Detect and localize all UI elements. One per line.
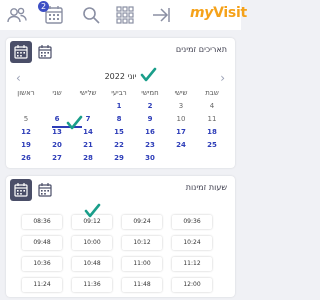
calendar-date[interactable]: 29 [105, 154, 133, 162]
calendar-date: 4 [209, 102, 215, 110]
calendar-date[interactable]: 2 [136, 102, 164, 110]
time-slot-button[interactable]: 10:24 [172, 236, 212, 250]
calendar-date[interactable]: 18 [198, 128, 226, 136]
checkmark-icon [140, 66, 157, 83]
available-times-title: שעות זמינות [185, 183, 227, 192]
calendar-dark-icon[interactable] [10, 179, 32, 201]
calendar-dark-icon[interactable] [10, 41, 32, 63]
next-month-arrow-icon[interactable]: › [220, 71, 225, 85]
calendar-date: 5 [23, 115, 29, 123]
calendar-date[interactable]: 9 [136, 115, 164, 123]
time-slot-button[interactable]: 11:48 [122, 278, 162, 292]
available-times-card: שעות זמינות 08:36 09:12 09:24 09:36 09:48 10:… [6, 176, 235, 297]
card-header: שעות זמינות [6, 176, 235, 206]
calendar-date[interactable]: 27 [43, 154, 71, 162]
calendar-date[interactable]: 21 [74, 141, 102, 149]
calendar-date[interactable]: 24 [167, 141, 195, 149]
calendar-date[interactable]: 19 [12, 141, 40, 149]
calendar-date[interactable]: 28 [74, 154, 102, 162]
calendar-date[interactable]: 30 [136, 154, 164, 162]
calendar-light-icon[interactable] [34, 41, 56, 63]
top-bar: 2 myVisit [0, 0, 247, 30]
calendar-date: 11 [207, 115, 217, 123]
weekday-label: שלישי [79, 89, 97, 97]
time-slot-button[interactable]: 11:24 [22, 278, 62, 292]
month-title: יוני 2022 [104, 72, 137, 81]
myvisit-logo: myVisit [190, 5, 247, 21]
users-icon[interactable] [6, 4, 28, 26]
calendar-date[interactable]: 25 [198, 141, 226, 149]
time-slot-button[interactable]: 10:12 [122, 236, 162, 250]
calendar-date: 10 [176, 115, 186, 123]
checkmark-icon [66, 114, 83, 131]
calendar-date[interactable]: 26 [12, 154, 40, 162]
available-dates-card: תאריכים זמינים ‹ יוני 2022 › ראשון שני שלי… [6, 38, 235, 168]
time-slot-button[interactable]: 08:36 [22, 215, 62, 229]
login-arrow-icon[interactable] [150, 4, 172, 26]
time-slot-button[interactable]: 11:00 [122, 257, 162, 271]
notification-badge: 2 [38, 1, 49, 12]
calendar-date[interactable]: 17 [167, 128, 195, 136]
weekday-label: ראשון [17, 89, 35, 97]
month-navigation: ‹ יוני 2022 › [6, 71, 235, 85]
time-slot-button[interactable]: 10:00 [72, 236, 112, 250]
calendar-date: 3 [178, 102, 184, 110]
weekday-label: רביעי [111, 89, 127, 97]
calendar-date[interactable]: 22 [105, 141, 133, 149]
calendar-date[interactable]: 12 [12, 128, 40, 136]
card-header: תאריכים זמינים [6, 38, 235, 68]
calendar-date[interactable]: 15 [105, 128, 133, 136]
grid-icon[interactable] [114, 4, 136, 26]
calendar-date[interactable]: 1 [105, 102, 133, 110]
calendar-date[interactable]: 16 [136, 128, 164, 136]
calendar-date[interactable]: 8 [105, 115, 133, 123]
time-slot-button[interactable]: 09:24 [122, 215, 162, 229]
time-slot-button[interactable]: 09:36 [172, 215, 212, 229]
checkmark-icon [84, 202, 101, 219]
calendar-date[interactable]: 20 [43, 141, 71, 149]
time-slot-button[interactable]: 09:48 [22, 236, 62, 250]
weekday-label: שבת [205, 89, 219, 97]
calendar-date[interactable]: 23 [136, 141, 164, 149]
weekday-label: שני [52, 89, 62, 97]
logo-visit: Visit [213, 5, 247, 21]
time-slot-button[interactable]: 10:48 [72, 257, 112, 271]
weekday-label: חמישי [141, 89, 159, 97]
calendar-light-icon[interactable] [34, 179, 56, 201]
time-slot-button[interactable]: 10:36 [22, 257, 62, 271]
logo-my: my [190, 5, 214, 21]
available-dates-title: תאריכים זמינים [175, 45, 227, 54]
time-slot-button[interactable]: 11:36 [72, 278, 112, 292]
time-slot-button[interactable]: 11:12 [172, 257, 212, 271]
search-icon[interactable] [80, 4, 102, 26]
time-slot-button[interactable]: 12:00 [172, 278, 212, 292]
weekday-label: שישי [174, 89, 188, 97]
